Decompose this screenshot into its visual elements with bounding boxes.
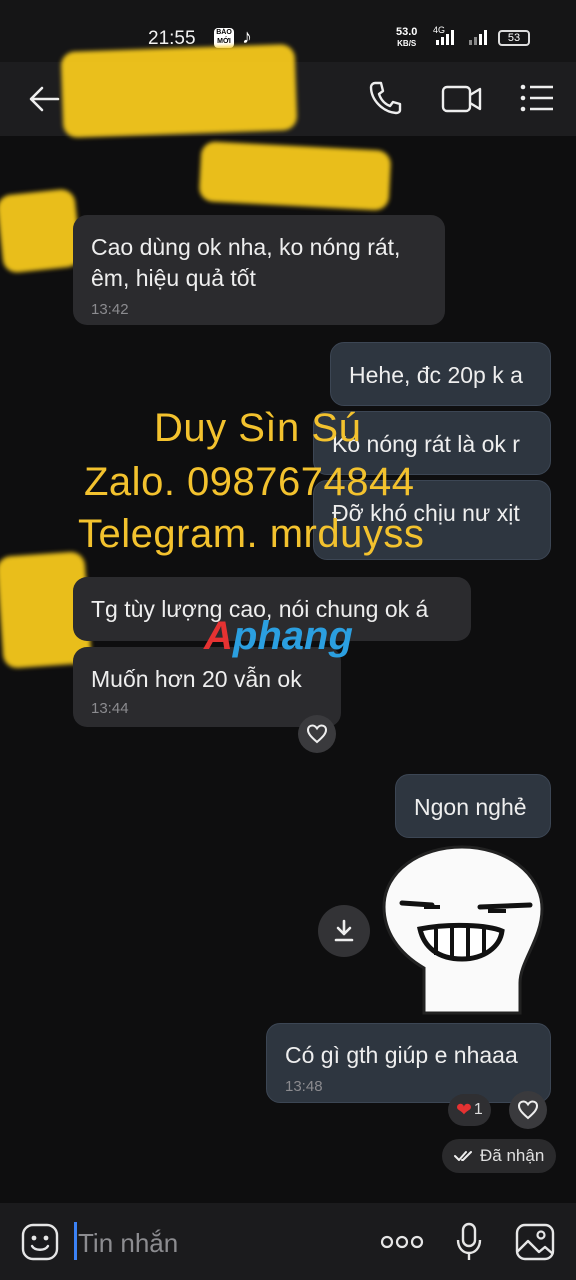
message-incoming[interactable]: Muốn hơn 20 vẫn ok 13:44: [73, 647, 341, 727]
watermark-logo-a: A: [204, 614, 233, 658]
battery-icon: 53: [498, 30, 530, 46]
watermark-logo: Aphang: [204, 614, 353, 659]
download-button[interactable]: [318, 905, 370, 957]
message-text: êm, hiệu quả tốt: [91, 265, 256, 291]
redacted-contact-name: [60, 43, 298, 139]
heart-outline-icon: [306, 724, 328, 744]
red-heart-icon: ❤: [456, 1099, 472, 1121]
text-cursor: [74, 1222, 77, 1260]
message-outgoing[interactable]: Hehe, đc 20p k a: [330, 342, 551, 406]
back-arrow-icon[interactable]: [28, 84, 60, 114]
message-outgoing[interactable]: Có gì gth giúp e nhaaa 13:48: [266, 1023, 551, 1103]
message-time: 13:48: [285, 1078, 323, 1095]
download-icon: [334, 919, 354, 942]
sticker-image[interactable]: [380, 843, 550, 1023]
message-time: 13:42: [91, 301, 129, 318]
message-time: 13:44: [91, 700, 129, 717]
reaction-count: 1: [473, 1101, 483, 1118]
react-heart-button[interactable]: [509, 1091, 547, 1129]
phone-icon[interactable]: [368, 80, 402, 116]
signal-icon: [469, 30, 487, 45]
message-text: Có gì gth giúp e nhaaa: [285, 1042, 518, 1068]
double-check-icon: [454, 1151, 472, 1161]
watermark-logo-rest: phang: [232, 614, 353, 658]
emoji-icon[interactable]: [21, 1223, 59, 1261]
baomoi-app-icon: BÁO MỚI: [214, 28, 234, 48]
heart-outline-icon: [517, 1100, 539, 1120]
react-heart-button[interactable]: [298, 715, 336, 753]
watermark-line: Zalo. 0987674844: [84, 460, 415, 504]
menu-list-icon[interactable]: [520, 84, 554, 112]
message-text: Hehe, đc 20p k a: [349, 362, 523, 388]
microphone-icon[interactable]: [456, 1222, 482, 1262]
message-text: Muốn hơn 20 vẫn ok: [91, 666, 302, 692]
delivery-status-label: Đã nhận: [480, 1146, 545, 1165]
more-options-icon[interactable]: [380, 1234, 424, 1250]
net-speed: 53.0 KB/S: [396, 27, 417, 49]
reaction-summary[interactable]: ❤ 1: [448, 1094, 491, 1126]
watermark-line: Duy Sìn Sú: [154, 406, 362, 450]
delivery-status: Đã nhận: [442, 1139, 557, 1173]
redacted-area: [198, 141, 392, 211]
signal-icon: [436, 30, 454, 45]
watermark-line: Telegram. mrduyss: [78, 512, 425, 556]
redacted-avatar: [0, 188, 82, 274]
message-outgoing[interactable]: Ngon nghẻ: [395, 774, 551, 838]
net-speed-value: 53.0: [396, 26, 418, 38]
net-speed-unit: KB/S: [397, 39, 417, 48]
message-input[interactable]: Tin nhắn: [78, 1228, 178, 1259]
image-gallery-icon[interactable]: [515, 1223, 555, 1261]
message-incoming[interactable]: Cao dùng ok nha, ko nóng rát, êm, hiệu q…: [73, 215, 445, 325]
message-text: Cao dùng ok nha, ko nóng rát,: [91, 234, 401, 260]
video-call-icon[interactable]: [441, 84, 483, 114]
message-text: Ngon nghẻ: [414, 794, 527, 820]
